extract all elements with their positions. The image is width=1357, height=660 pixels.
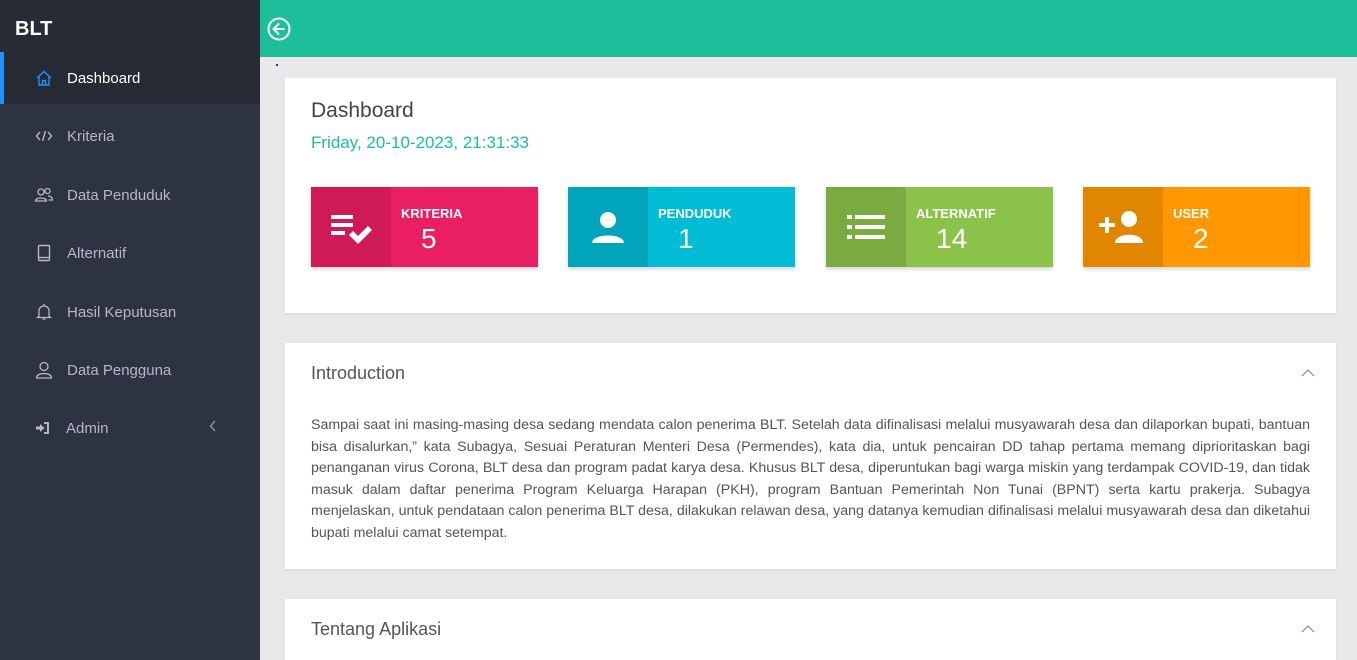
- stat-card-user[interactable]: USER 2: [1083, 187, 1310, 267]
- introduction-card: Introduction Sampai saat ini masing-masi…: [285, 343, 1336, 569]
- stat-value: 1: [678, 223, 694, 254]
- sidebar-item-data-pengguna[interactable]: Data Pengguna: [0, 344, 260, 396]
- stat-label: PENDUDUK: [658, 206, 732, 221]
- stat-card-kriteria[interactable]: KRITERIA 5: [311, 187, 538, 267]
- sidebar: BLT Dashboard Kriteria Data Penduduk Alt…: [0, 0, 260, 660]
- stat-card-penduduk[interactable]: PENDUDUK 1: [568, 187, 795, 267]
- sidebar-item-alternatif[interactable]: Alternatif: [0, 227, 260, 279]
- sign-in-icon: [33, 418, 53, 438]
- sidebar-item-kriteria[interactable]: Kriteria: [0, 110, 260, 162]
- user-icon: [34, 360, 54, 380]
- sidebar-item-label: Admin: [66, 419, 109, 437]
- sidebar-item-dashboard[interactable]: Dashboard: [0, 52, 260, 104]
- home-icon: [34, 68, 54, 88]
- intro-paragraph: Sampai saat ini masing-masing desa sedan…: [311, 417, 1310, 541]
- sidebar-item-label: Data Penduduk: [67, 186, 171, 204]
- sidebar-item-data-penduduk[interactable]: Data Penduduk: [0, 169, 260, 221]
- sidebar-item-admin[interactable]: Admin: [0, 402, 260, 454]
- topbar: [260, 0, 1357, 57]
- page-title: Dashboard: [311, 99, 414, 122]
- brand-logo[interactable]: BLT: [0, 0, 260, 57]
- book-icon: [34, 243, 54, 263]
- card-title: Tentang Aplikasi: [311, 619, 442, 639]
- sidebar-item-hasil-keputusan[interactable]: Hasil Keputusan: [0, 286, 260, 338]
- checklist-icon: [311, 187, 391, 267]
- person-icon: [568, 187, 648, 267]
- stat-value: 5: [421, 223, 437, 254]
- stat-card-alternatif[interactable]: ALTERNATIF 14: [826, 187, 1053, 267]
- stat-label: KRITERIA: [401, 206, 463, 221]
- chevron-left-icon[interactable]: [208, 418, 218, 438]
- users-icon: [34, 185, 54, 205]
- dashboard-card: Dashboard Friday, 20-10-2023, 21:31:33 K…: [285, 78, 1336, 313]
- add-user-icon: [1083, 187, 1163, 267]
- sidebar-item-label: Alternatif: [67, 244, 127, 262]
- sidebar-item-label: Dashboard: [67, 69, 141, 87]
- stat-label: USER: [1173, 206, 1210, 221]
- bell-icon: [34, 302, 54, 322]
- stat-label: ALTERNATIF: [916, 206, 996, 221]
- chevron-up-icon[interactable]: [1300, 365, 1316, 381]
- sidebar-item-label: Kriteria: [67, 127, 115, 145]
- sidebar-item-label: Hasil Keputusan: [67, 303, 177, 321]
- about-card: Tentang Aplikasi: [285, 599, 1336, 660]
- datetime-text: Friday, 20-10-2023, 21:31:33: [311, 133, 529, 152]
- stray-dot: [276, 64, 278, 66]
- sidebar-item-label: Data Pengguna: [67, 361, 172, 379]
- arrow-left-circle-icon[interactable]: [267, 17, 291, 41]
- stat-value: 2: [1193, 223, 1209, 254]
- card-title: Introduction: [311, 363, 406, 383]
- list-icon: [826, 187, 906, 267]
- code-icon: [34, 126, 54, 146]
- chevron-up-icon[interactable]: [1300, 621, 1316, 637]
- stat-value: 14: [936, 223, 968, 254]
